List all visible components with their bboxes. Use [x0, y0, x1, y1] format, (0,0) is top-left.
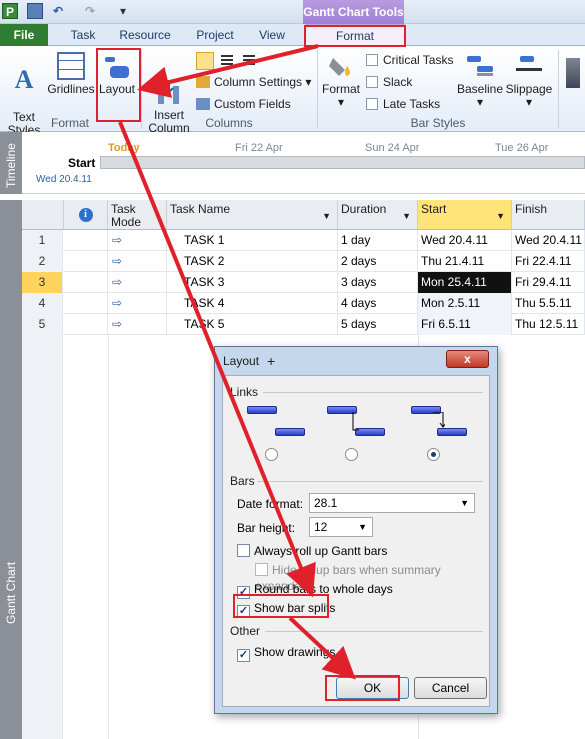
- annotation-arrow: [288, 616, 356, 680]
- annotation-arrow: [137, 44, 319, 98]
- annotation-arrow: [118, 121, 316, 598]
- annotation-arrows: [118, 44, 356, 680]
